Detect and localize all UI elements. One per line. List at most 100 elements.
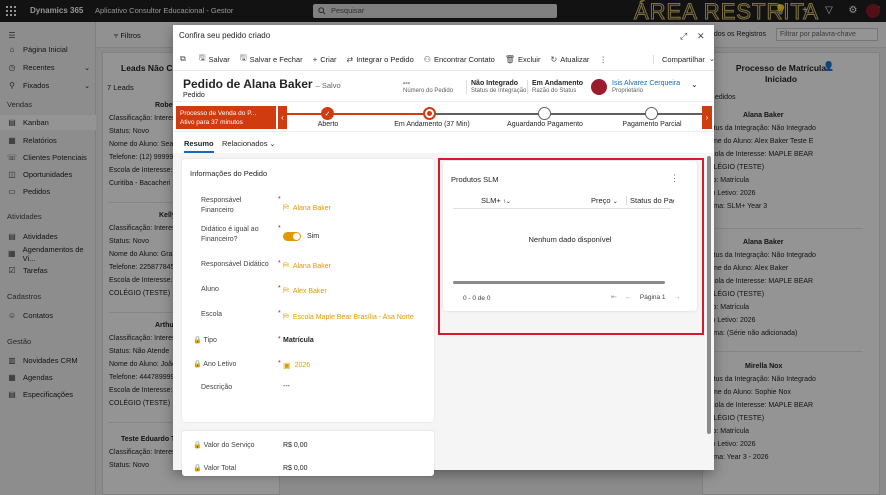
owner-link[interactable]: Isis Alvarez Cerqueira <box>612 80 680 87</box>
chevron-down-icon: ⌄ <box>708 56 715 63</box>
save-close-button[interactable]: 🖫 Salvar e Fechar <box>235 52 308 66</box>
owner-avatar <box>591 79 607 95</box>
command-bar: ⧉ 🖫 Salvar 🖫 Salvar e Fechar + Criar ⇄ Integ… <box>173 48 715 71</box>
integrate-label: Integrar o Pedido <box>356 54 414 64</box>
bpf-stage-parcial[interactable] <box>645 107 658 120</box>
responsavel-financeiro-lookup[interactable]: ⛿ Alana Baker <box>283 203 331 213</box>
integrate-icon: ⇄ <box>346 54 354 64</box>
field-value: Alex Baker <box>292 287 327 295</box>
chevron-down-icon[interactable]: ⌄ <box>691 80 698 89</box>
ano-letivo-lookup[interactable]: ▣ 2026 <box>283 361 310 370</box>
field-label: Razão do Status <box>532 88 577 94</box>
field-label: Valor Total <box>203 465 237 472</box>
field-value: Alana Baker <box>292 262 331 270</box>
field-label-row: 🔒 Valor Total <box>193 464 236 474</box>
share-button[interactable]: Compartilhar ⌄ <box>653 54 720 64</box>
header-field-owner: Isis Alvarez Cerqueira Proprietário <box>612 80 680 94</box>
school-icon: ⛿ <box>283 312 289 321</box>
active-stage-marker <box>427 111 432 116</box>
required-marker: * <box>278 360 281 367</box>
stage-label: Aberto <box>317 121 339 128</box>
field-label-row: 🔒 Ano Letivo <box>193 360 236 370</box>
save-close-label: Salvar e Fechar <box>249 54 303 64</box>
bpf-process-flyout[interactable]: Processo de Venda do P... Ativo para 37 … <box>176 106 276 129</box>
required-marker: * <box>278 196 281 203</box>
create-label: Criar <box>320 54 337 64</box>
more-icon: ⋮ <box>599 54 607 64</box>
save-close-icon: 🖫 <box>239 53 247 62</box>
stage-label: Aguardando Pagamento <box>507 121 583 128</box>
save-icon: 🖫 <box>198 53 206 62</box>
header-field-order-number: --- Número do Pedido <box>403 80 453 94</box>
field-label-row: 🔒 Valor do Serviço <box>193 441 255 451</box>
create-button[interactable]: + Criar <box>308 55 342 64</box>
more-commands-button[interactable]: ⋮ <box>594 55 612 64</box>
field-label: Escola <box>201 311 223 318</box>
bpf-prev-button[interactable]: ‹ <box>278 106 287 129</box>
responsavel-didatico-lookup[interactable]: ⛿ Alana Baker <box>283 261 331 271</box>
record-title: Pedido de Alana Baker – Salvo <box>183 77 341 91</box>
escola-lookup[interactable]: ⛿ Escola Maple Bear Brasília - Asa Norte <box>283 312 414 322</box>
bpf-next-button[interactable]: › <box>702 106 712 129</box>
tab-relacionados[interactable]: Relacionados ⌄ <box>222 139 275 148</box>
field-label: Status de Integração <box>471 88 527 94</box>
contact-card-icon: ⛿ <box>283 261 289 270</box>
find-contact-button[interactable]: ⚇ Encontrar Contato <box>419 55 500 64</box>
bpf-stage-aguardando[interactable] <box>538 107 551 120</box>
field-label: Responsável Financeiro <box>201 197 242 214</box>
field-label: Didático é igual ao Financeiro? <box>201 226 259 243</box>
tab-resumo[interactable]: Resumo <box>184 139 214 148</box>
refresh-button[interactable]: ↻ Atualizar <box>545 55 594 64</box>
field-label-row: 🔒 Tipo <box>193 336 217 346</box>
contact-card-icon: ⛿ <box>283 286 289 295</box>
field-value: 2026 <box>294 362 311 369</box>
vertical-scrollbar[interactable] <box>707 156 711 434</box>
process-duration: Ativo para 37 minutos <box>180 119 243 126</box>
valor-total-value: R$ 0,00 <box>283 465 308 472</box>
form-tabs: Resumo Relacionados ⌄ <box>173 131 714 153</box>
field-label: Proprietário <box>612 88 644 94</box>
highlight-box <box>438 158 704 335</box>
field-value: --- <box>403 80 410 87</box>
didatico-toggle[interactable]: Sim <box>283 232 319 241</box>
delete-button[interactable]: 🗑 Excluir <box>500 55 546 64</box>
field-label: Valor do Serviço <box>203 442 255 449</box>
open-new-window-button[interactable]: ⧉ <box>173 54 194 64</box>
new-window-icon: ⧉ <box>180 54 186 63</box>
order-info-section: Informações do Pedido Responsável Financ… <box>182 159 434 422</box>
tipo-value: Matrícula <box>283 337 314 344</box>
required-marker: * <box>278 225 281 232</box>
header-field-integration: Não Integrado Status de Integração <box>466 80 526 94</box>
close-icon[interactable]: ✕ <box>697 31 705 42</box>
bpf-progress-line <box>287 113 431 115</box>
integrate-order-button[interactable]: ⇄ Integrar o Pedido <box>342 55 419 64</box>
required-marker: * <box>278 285 281 292</box>
refresh-label: Atualizar <box>560 54 590 64</box>
header-field-status-reason: Em Andamento Razão do Status <box>527 80 583 94</box>
expand-icon[interactable]: ⤢ <box>680 31 687 42</box>
field-label: Descrição <box>201 384 233 391</box>
save-button[interactable]: 🖫 Salvar <box>194 52 235 66</box>
dialog-title: Confira seu pedido criado <box>179 31 271 40</box>
business-process-flow: Processo de Venda do P... Ativo para 37 … <box>173 101 714 131</box>
lock-icon: 🔒 <box>193 465 202 472</box>
service-values-section: 🔒 Valor do Serviço R$ 0,00 🔒 Valor Total… <box>182 431 434 476</box>
lock-icon: 🔒 <box>193 337 202 344</box>
lock-icon: 🔒 <box>193 361 202 368</box>
plus-icon: + <box>312 54 318 64</box>
field-label: Número do Pedido <box>403 88 454 94</box>
bpf-stage-em-andamento[interactable] <box>423 107 436 120</box>
share-label: Compartilhar <box>662 54 705 64</box>
field-value: Não Integrado <box>471 80 519 87</box>
field-label: Responsável Didático <box>201 261 269 268</box>
dialog-title-bar: Confira seu pedido criado ⤢ ✕ <box>173 25 714 48</box>
aluno-lookup[interactable]: ⛿ Alex Baker <box>283 286 327 296</box>
record-header: Pedido de Alana Baker – Salvo Pedido --- N… <box>173 71 714 101</box>
record-name: Pedido de Alana Baker <box>183 77 313 91</box>
bpf-stage-aberto[interactable]: ✓ <box>321 107 334 120</box>
delete-label: Excluir <box>517 54 541 64</box>
valor-servico-value: R$ 0,00 <box>283 442 308 449</box>
descricao-field[interactable]: --- <box>283 383 290 390</box>
contact-card-icon: ⛿ <box>283 203 289 212</box>
save-label: Salvar <box>208 54 230 64</box>
